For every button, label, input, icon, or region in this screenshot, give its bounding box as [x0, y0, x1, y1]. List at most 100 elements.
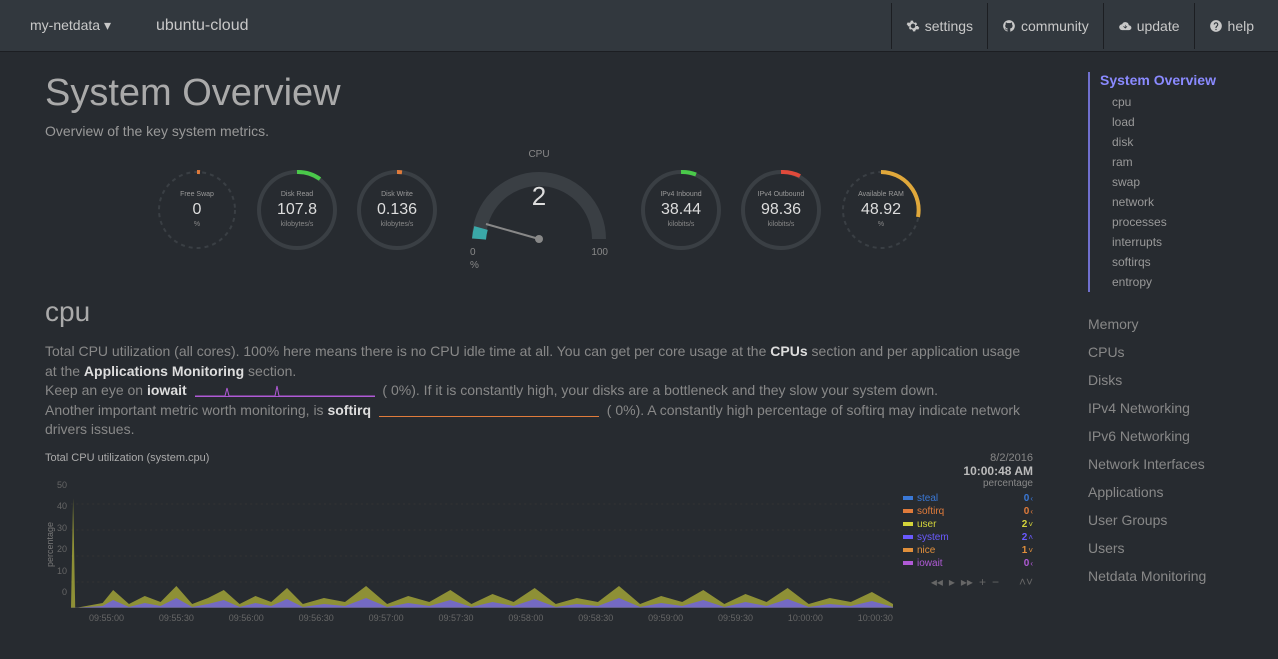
gauge-unit: % [464, 260, 614, 271]
chart-forward-icon[interactable]: ▸▸ [961, 575, 973, 589]
gauge-title: IPv4 Inbound [636, 191, 726, 198]
gauge-row: Free Swap 0 % Disk Read 107.8 kilobytes/… [45, 149, 1033, 271]
sidebar-section[interactable]: Network Interfaces [1088, 450, 1268, 478]
gauge-value: 0 [152, 201, 242, 219]
legend-value: 2 [1022, 519, 1028, 530]
y-tick: 40 [57, 501, 67, 511]
sidebar-section[interactable]: Memory [1088, 310, 1268, 338]
sidebar-item-processes[interactable]: processes [1100, 212, 1268, 232]
link-applications[interactable]: Applications Monitoring [84, 363, 244, 379]
community-link[interactable]: community [987, 3, 1103, 49]
github-icon [1002, 19, 1016, 33]
sidebar-section[interactable]: CPUs [1088, 338, 1268, 366]
sidebar-section[interactable]: Netdata Monitoring [1088, 562, 1268, 590]
netdata-dropdown[interactable]: my-netdata ▾ [10, 2, 131, 49]
gauge-ipv4-in[interactable]: IPv4 Inbound 38.44 kilobits/s [636, 165, 726, 255]
legend-trend-icon: ‹ [1030, 559, 1033, 568]
sidebar-group-overview: System Overview cpuloaddiskramswapnetwor… [1088, 72, 1268, 292]
chart-plot[interactable] [71, 478, 893, 611]
sidebar-section[interactable]: IPv4 Networking [1088, 394, 1268, 422]
layout: System Overview Overview of the key syst… [0, 52, 1278, 659]
gauge-max: 100 [591, 247, 608, 258]
sidebar-section[interactable]: IPv6 Networking [1088, 422, 1268, 450]
metric-softirq: softirq [327, 402, 371, 418]
legend-item[interactable]: user2˅ [903, 519, 1033, 530]
gauge-unit: kilobytes/s [352, 221, 442, 228]
chart-title: Total CPU utilization (system.cpu) [45, 452, 209, 478]
legend-item[interactable]: nice1˅ [903, 545, 1033, 556]
header-right: settings community update help [891, 3, 1268, 49]
legend-swatch [903, 561, 913, 565]
gauge-ram[interactable]: Available RAM 48.92 % [836, 165, 926, 255]
x-tick: 09:58:00 [508, 613, 543, 623]
chart-rewind-icon[interactable]: ◂◂ [931, 575, 943, 589]
y-tick: 50 [57, 480, 67, 490]
legend-swatch [903, 509, 913, 513]
gauge-title: CPU [464, 149, 614, 160]
sidebar-item-softirqs[interactable]: softirqs [1100, 252, 1268, 272]
chart-collapse-icon[interactable]: ˄˅ [1019, 575, 1033, 589]
link-cpus[interactable]: CPUs [770, 343, 807, 359]
settings-link[interactable]: settings [891, 3, 987, 49]
x-tick: 09:57:30 [438, 613, 473, 623]
legend-swatch [903, 522, 913, 526]
sidebar-item-interrupts[interactable]: interrupts [1100, 232, 1268, 252]
x-axis: 09:55:0009:55:3009:56:0009:56:3009:57:00… [45, 613, 1033, 623]
legend-trend-icon: ˅ [1028, 520, 1033, 529]
page-subtitle: Overview of the key system metrics. [45, 123, 1033, 139]
gauge-swap[interactable]: Free Swap 0 % [152, 165, 242, 255]
legend-trend-icon: ‹ [1030, 507, 1033, 516]
sidebar-heading-overview[interactable]: System Overview [1100, 72, 1268, 88]
sparkline-softirq [379, 405, 599, 417]
metric-iowait: iowait [147, 382, 187, 398]
sidebar-item-ram[interactable]: ram [1100, 152, 1268, 172]
chart-play-icon[interactable]: ▸ [949, 575, 955, 589]
legend-trend-icon: ˄ [1028, 533, 1033, 542]
gauge-ipv4-out[interactable]: IPv4 Outbound 98.36 kilobits/s [736, 165, 826, 255]
gauge-disk-write[interactable]: Disk Write 0.136 kilobytes/s [352, 165, 442, 255]
sidebar-item-load[interactable]: load [1100, 112, 1268, 132]
sidebar-item-network[interactable]: network [1100, 192, 1268, 212]
y-tick: 30 [57, 523, 67, 533]
gauge-value: 107.8 [252, 201, 342, 219]
help-link[interactable]: help [1194, 3, 1268, 49]
gauge-title: IPv4 Outbound [736, 191, 826, 198]
legend-item[interactable]: softirq0‹ [903, 506, 1033, 517]
y-tick: 10 [57, 566, 67, 576]
sidebar-item-disk[interactable]: disk [1100, 132, 1268, 152]
y-tick: 20 [57, 544, 67, 554]
sidebar-section[interactable]: User Groups [1088, 506, 1268, 534]
gauge-unit: kilobits/s [736, 221, 826, 228]
gauge-title: Disk Read [252, 191, 342, 198]
sidebar-section[interactable]: Applications [1088, 478, 1268, 506]
legend-value: 0 [1024, 493, 1030, 504]
sidebar-item-swap[interactable]: swap [1100, 172, 1268, 192]
gauge-min: 0 [470, 247, 476, 258]
x-tick: 10:00:00 [788, 613, 823, 623]
legend-label: iowait [917, 558, 943, 569]
sidebar-item-cpu[interactable]: cpu [1100, 92, 1268, 112]
legend-item[interactable]: steal0‹ [903, 493, 1033, 504]
gauge-cpu[interactable]: CPU 2 0 100 % [464, 149, 614, 271]
chart-zoom-out-icon[interactable]: − [992, 575, 999, 589]
chart-zoom-in-icon[interactable]: + [979, 575, 986, 589]
x-tick: 09:59:00 [648, 613, 683, 623]
sidebar: System Overview cpuloaddiskramswapnetwor… [1078, 52, 1278, 659]
legend-value: 1 [1022, 545, 1028, 556]
sidebar-item-entropy[interactable]: entropy [1100, 272, 1268, 292]
legend-label: steal [917, 493, 938, 504]
sidebar-section[interactable]: Users [1088, 534, 1268, 562]
x-tick: 10:00:30 [858, 613, 893, 623]
gauge-disk-read[interactable]: Disk Read 107.8 kilobytes/s [252, 165, 342, 255]
section-heading-cpu: cpu [45, 296, 1033, 328]
chart-area[interactable]: percentage 50403020100 [45, 478, 893, 611]
update-label: update [1137, 18, 1180, 34]
legend-item[interactable]: iowait0‹ [903, 558, 1033, 569]
chart-row: percentage 50403020100 percentage [45, 478, 1033, 611]
chart-controls: ◂◂ ▸ ▸▸ + − ˄˅ [903, 575, 1033, 589]
sidebar-section[interactable]: Disks [1088, 366, 1268, 394]
gauge-title: Disk Write [352, 191, 442, 198]
update-link[interactable]: update [1103, 3, 1194, 49]
legend-item[interactable]: system2˄ [903, 532, 1033, 543]
y-axis-label: percentage [45, 522, 55, 567]
